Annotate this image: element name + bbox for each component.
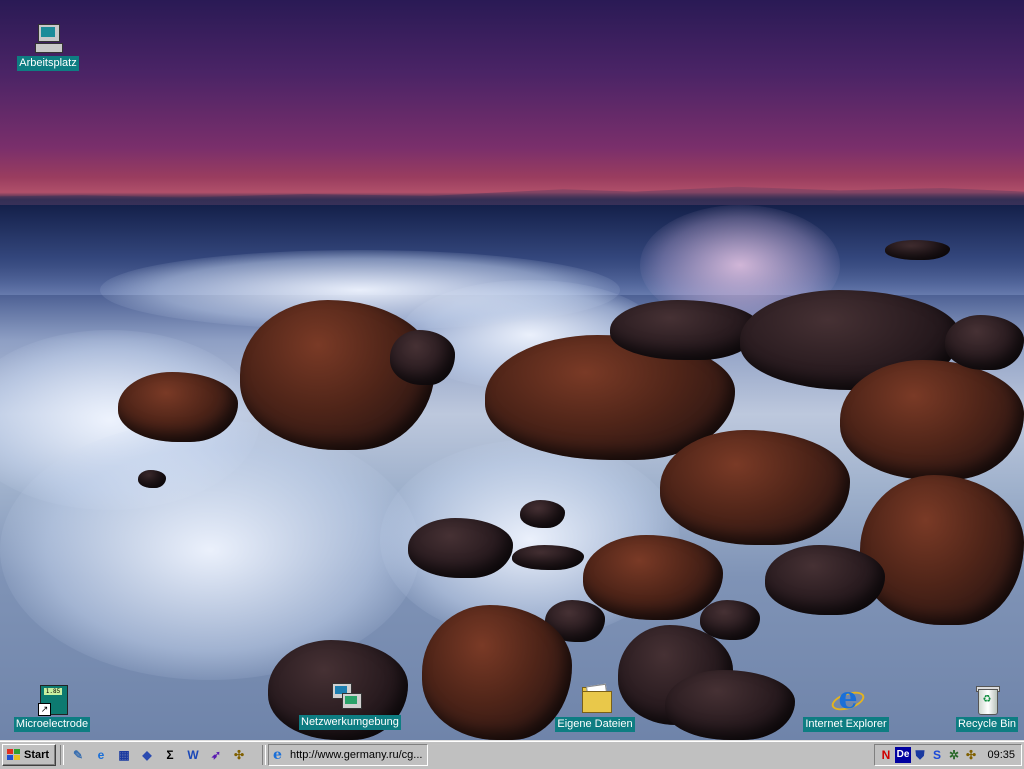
taskbar-separator — [60, 745, 64, 765]
task-button-internet-explorer[interactable]: e http://www.germany.ru/cg... — [268, 744, 428, 766]
wallpaper-rock — [665, 670, 795, 740]
my-documents-folder-icon — [579, 683, 612, 715]
wallpaper-rock — [583, 535, 723, 620]
start-button[interactable]: Start — [2, 744, 56, 766]
network-neighborhood-icon — [328, 681, 362, 713]
start-label: Start — [24, 749, 50, 761]
puzzle-tray-icon[interactable]: ✣ — [963, 747, 979, 763]
wallpaper-rock — [138, 470, 166, 488]
desktop-icon-label: Netzwerkumgebung — [299, 715, 401, 730]
s-app-icon[interactable]: S — [929, 747, 945, 763]
internet-explorer-icon: e — [273, 747, 282, 763]
puzzle-app-icon[interactable]: ✣ — [231, 747, 247, 763]
shield-icon[interactable]: ⛊ — [912, 747, 928, 763]
wallpaper-rock — [512, 545, 584, 570]
desktop-icon-label: Internet Explorer — [803, 717, 889, 732]
wallpaper-rock — [860, 475, 1024, 625]
desktop-icon-arbeitsplatz[interactable]: Arbeitsplatz — [3, 22, 93, 71]
desktop-icon-recycle-bin[interactable]: ♻ Recycle Bin — [942, 683, 1024, 732]
internet-explorer-quicklaunch-icon[interactable]: e — [93, 747, 109, 763]
desktop-icon-label: Recycle Bin — [955, 717, 1019, 732]
desktop-icon-label: Microelectrode — [13, 717, 91, 732]
desktop-background: Arbeitsplatz 1.85 ↗ Microelectrode Netzw… — [0, 0, 1024, 740]
wallpaper-rock — [885, 240, 950, 260]
desktop-icon-label: Eigene Dateien — [555, 717, 635, 732]
wallpaper-rock — [390, 330, 455, 385]
my-computer-icon — [32, 22, 64, 54]
diamond-app-icon[interactable]: ◆ — [139, 747, 155, 763]
show-desktop-icon[interactable]: ✎ — [70, 747, 86, 763]
windows-logo-icon — [7, 749, 21, 761]
clock[interactable]: 09:35 — [987, 745, 1015, 765]
internet-explorer-icon: e — [829, 683, 867, 715]
norton-icon[interactable]: N — [878, 747, 894, 763]
wallpaper-rock — [118, 372, 238, 442]
recycle-bin-icon: ♻ — [971, 683, 1003, 715]
desktop-icon-label: Arbeitsplatz — [17, 56, 79, 71]
grid-app-icon[interactable]: ▦ — [116, 747, 132, 763]
system-tray: N De ⛊ S ✲ ✣ 09:35 — [874, 744, 1022, 766]
sigma-app-icon[interactable]: Σ — [162, 747, 178, 763]
wallpaper-rock — [700, 600, 760, 640]
wallpaper-rock — [840, 360, 1024, 480]
wallpaper-rock — [610, 300, 760, 360]
word-icon[interactable]: W — [185, 747, 201, 763]
wallpaper-foam — [0, 420, 420, 680]
taskbar: Start ✎ e ▦ ◆ Σ W ➶ ✣ e http://www.germany.ru/c… — [0, 740, 1024, 769]
taskbar-separator — [262, 745, 266, 765]
microelectrode-app-icon: 1.85 ↗ — [36, 683, 68, 716]
desktop-icon-internet-explorer[interactable]: e Internet Explorer — [801, 683, 891, 732]
wallpaper-rock — [660, 430, 850, 545]
arrow-app-icon[interactable]: ➶ — [208, 747, 224, 763]
wallpaper-rock — [520, 500, 565, 528]
wallpaper-rock — [945, 315, 1024, 370]
wallpaper-mountains — [0, 186, 1024, 206]
wallpaper-rock — [408, 518, 513, 578]
desktop-icon-microelectrode[interactable]: 1.85 ↗ Microelectrode — [7, 683, 97, 732]
shortcut-arrow-icon: ↗ — [38, 703, 51, 716]
desktop-icon-eigene-dateien[interactable]: Eigene Dateien — [550, 683, 640, 732]
gear-tray-icon[interactable]: ✲ — [946, 747, 962, 763]
wallpaper-rock — [765, 545, 885, 615]
microelectrode-lcd-text: 1.85 — [44, 688, 62, 695]
desktop-icon-netzwerkumgebung[interactable]: Netzwerkumgebung — [299, 681, 401, 730]
language-de-icon[interactable]: De — [895, 747, 911, 763]
task-button-label: http://www.germany.ru/cg... — [290, 749, 423, 761]
